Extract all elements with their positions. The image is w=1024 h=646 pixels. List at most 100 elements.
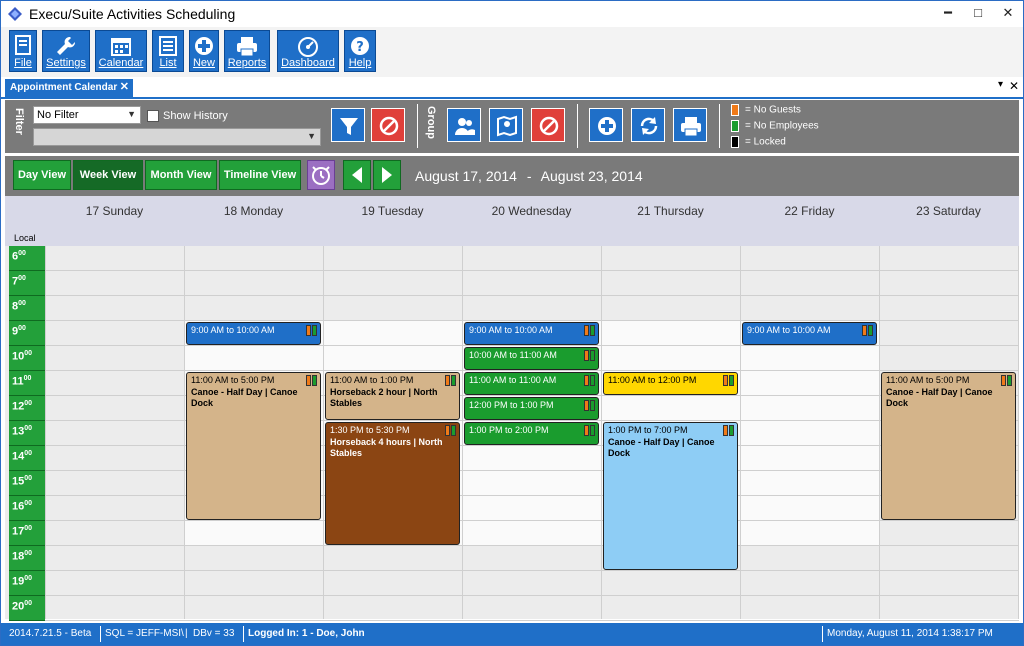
appointment-description: Canoe - Half Day | Canoe Dock [886,387,993,408]
day-header-6[interactable]: 23 Saturday [879,204,1018,218]
legend-label: = No Guests [745,104,801,116]
list-button[interactable]: List [152,30,184,72]
minimize-button[interactable]: ━ [933,1,963,27]
close-document-icon[interactable]: ✕ [1009,79,1019,93]
no-employees-flag-icon [590,325,595,336]
appointment-status-flags [444,375,456,386]
hour-minutes: 00 [24,525,33,532]
new-button[interactable]: New [189,30,219,72]
previous-week-button[interactable] [343,160,371,190]
appointment-block[interactable]: 1:30 PM to 5:30 PM Horseback 4 hours | No… [325,422,460,545]
appointment-block[interactable]: 12:00 PM to 1:00 PM [464,397,599,420]
status-version: 2014.7.21.5 - Beta [9,628,92,639]
month-view-button[interactable]: Month View [145,160,217,190]
filter-bar: Filter No Filter ▼ Show History ▼ Group [5,100,1019,153]
hour-label: 1200 [9,396,45,421]
hour-value: 19 [12,575,25,588]
no-guests-flag-icon [723,375,728,386]
legend-locked: = Locked [731,136,786,148]
appointment-time: 9:00 AM to 10:00 AM [191,325,275,335]
file-button[interactable]: File [9,30,37,72]
app-window: Execu/Suite Activities Scheduling ━ □ ✕ … [0,0,1024,646]
print-button[interactable] [673,108,707,142]
no-employees-flag-icon [451,375,456,386]
hour-label: 1600 [9,496,45,521]
no-guests-flag-icon [1001,375,1006,386]
add-appointment-button[interactable] [589,108,623,142]
day-header-0[interactable]: 17 Sunday [45,204,184,218]
appointment-block[interactable]: 11:00 AM to 5:00 PM Canoe - Half Day | Ca… [881,372,1016,520]
day-header-2[interactable]: 19 Tuesday [323,204,462,218]
help-button[interactable]: ? Help [344,30,376,72]
day-header-1[interactable]: 18 Monday [184,204,323,218]
appointment-block[interactable]: 9:00 AM to 10:00 AM [464,322,599,345]
tab-close-icon[interactable]: ✕ [120,80,129,93]
next-week-button[interactable] [373,160,401,190]
secondary-filter-select[interactable]: ▼ [33,128,321,146]
tab-label: Appointment Calendar [10,82,118,93]
appointment-block[interactable]: 9:00 AM to 10:00 AM [186,322,321,345]
group-section-label: Group [425,106,437,139]
show-history-checkbox[interactable] [147,110,159,122]
filter-select[interactable]: No Filter ▼ [33,106,141,124]
settings-button[interactable]: Settings [42,30,90,72]
hour-label: 1900 [9,571,45,596]
appointment-block[interactable]: 10:00 AM to 11:00 AM [464,347,599,370]
appointment-status-flags [583,400,595,411]
status-bar: 2014.7.21.5 - Beta SQL = JEFF-MSI\ | DBv… [1,623,1023,645]
gauge-icon [298,37,318,57]
appointment-block[interactable]: 9:00 AM to 10:00 AM [742,322,877,345]
appointment-status-flags [583,350,595,361]
hour-value: 15 [12,475,25,488]
refresh-button[interactable] [631,108,665,142]
week-view-button[interactable]: Week View [73,160,143,190]
appointment-status-flags [861,325,873,336]
apply-filter-button[interactable] [331,108,365,142]
dashboard-label: Dashboard [281,57,335,69]
app-logo-icon [8,7,22,21]
appointment-block[interactable]: 1:00 PM to 2:00 PM [464,422,599,445]
timeline-view-button[interactable]: Timeline View [219,160,301,190]
group-locations-button[interactable] [489,108,523,142]
view-bar: Day View Week View Month View Timeline V… [5,156,1019,196]
day-header-3[interactable]: 20 Wednesday [462,204,601,218]
appointment-time: 9:00 AM to 10:00 AM [747,325,831,335]
close-window-button[interactable]: ✕ [993,1,1023,27]
calendar-button[interactable]: Calendar [95,30,147,72]
appointment-block[interactable]: 11:00 AM to 11:00 AM [464,372,599,395]
reports-button[interactable]: Reports [224,30,270,72]
status-separator [100,626,101,642]
hour-label: 800 [9,296,45,321]
day-header-4[interactable]: 21 Thursday [601,204,740,218]
filter-section-label: Filter [13,108,25,135]
day-view-button[interactable]: Day View [13,160,71,190]
no-guests-flag-icon [445,425,450,436]
hour-label: 1000 [9,346,45,371]
divider [577,104,578,148]
hour-label: 600 [9,246,45,271]
timezone-label: Local [14,233,36,243]
day-column-divider [462,246,463,619]
day-header-5[interactable]: 22 Friday [740,204,879,218]
appointment-block[interactable]: 11:00 AM to 5:00 PM Canoe - Half Day | Ca… [186,372,321,520]
dashboard-button[interactable]: Dashboard [277,30,339,72]
clear-group-button[interactable] [531,108,565,142]
day-column-divider [184,246,185,619]
tab-list-dropdown-icon[interactable]: ▾ [998,79,1003,90]
arrow-left-icon [352,167,362,183]
status-logged-in: Logged In: 1 - Doe, John [248,628,365,639]
maximize-button[interactable]: □ [963,1,993,27]
printer-icon [237,37,257,57]
appointment-block[interactable]: 11:00 AM to 12:00 PM [603,372,738,395]
appointment-block[interactable]: 1:00 PM to 7:00 PM Canoe - Half Day | Can… [603,422,738,570]
date-range-start: August 17, 2014 [415,168,517,184]
tab-appointment-calendar[interactable]: Appointment Calendar ✕ [5,79,133,99]
appointment-block[interactable]: 11:00 AM to 1:00 PM Horseback 2 hour | No… [325,372,460,420]
clear-filter-button[interactable] [371,108,405,142]
today-button[interactable] [307,160,335,190]
hour-gridline [45,295,1019,296]
legend-swatch-orange [731,104,739,116]
group-users-button[interactable] [447,108,481,142]
map-icon [497,115,517,137]
day-column-divider [1018,246,1019,619]
